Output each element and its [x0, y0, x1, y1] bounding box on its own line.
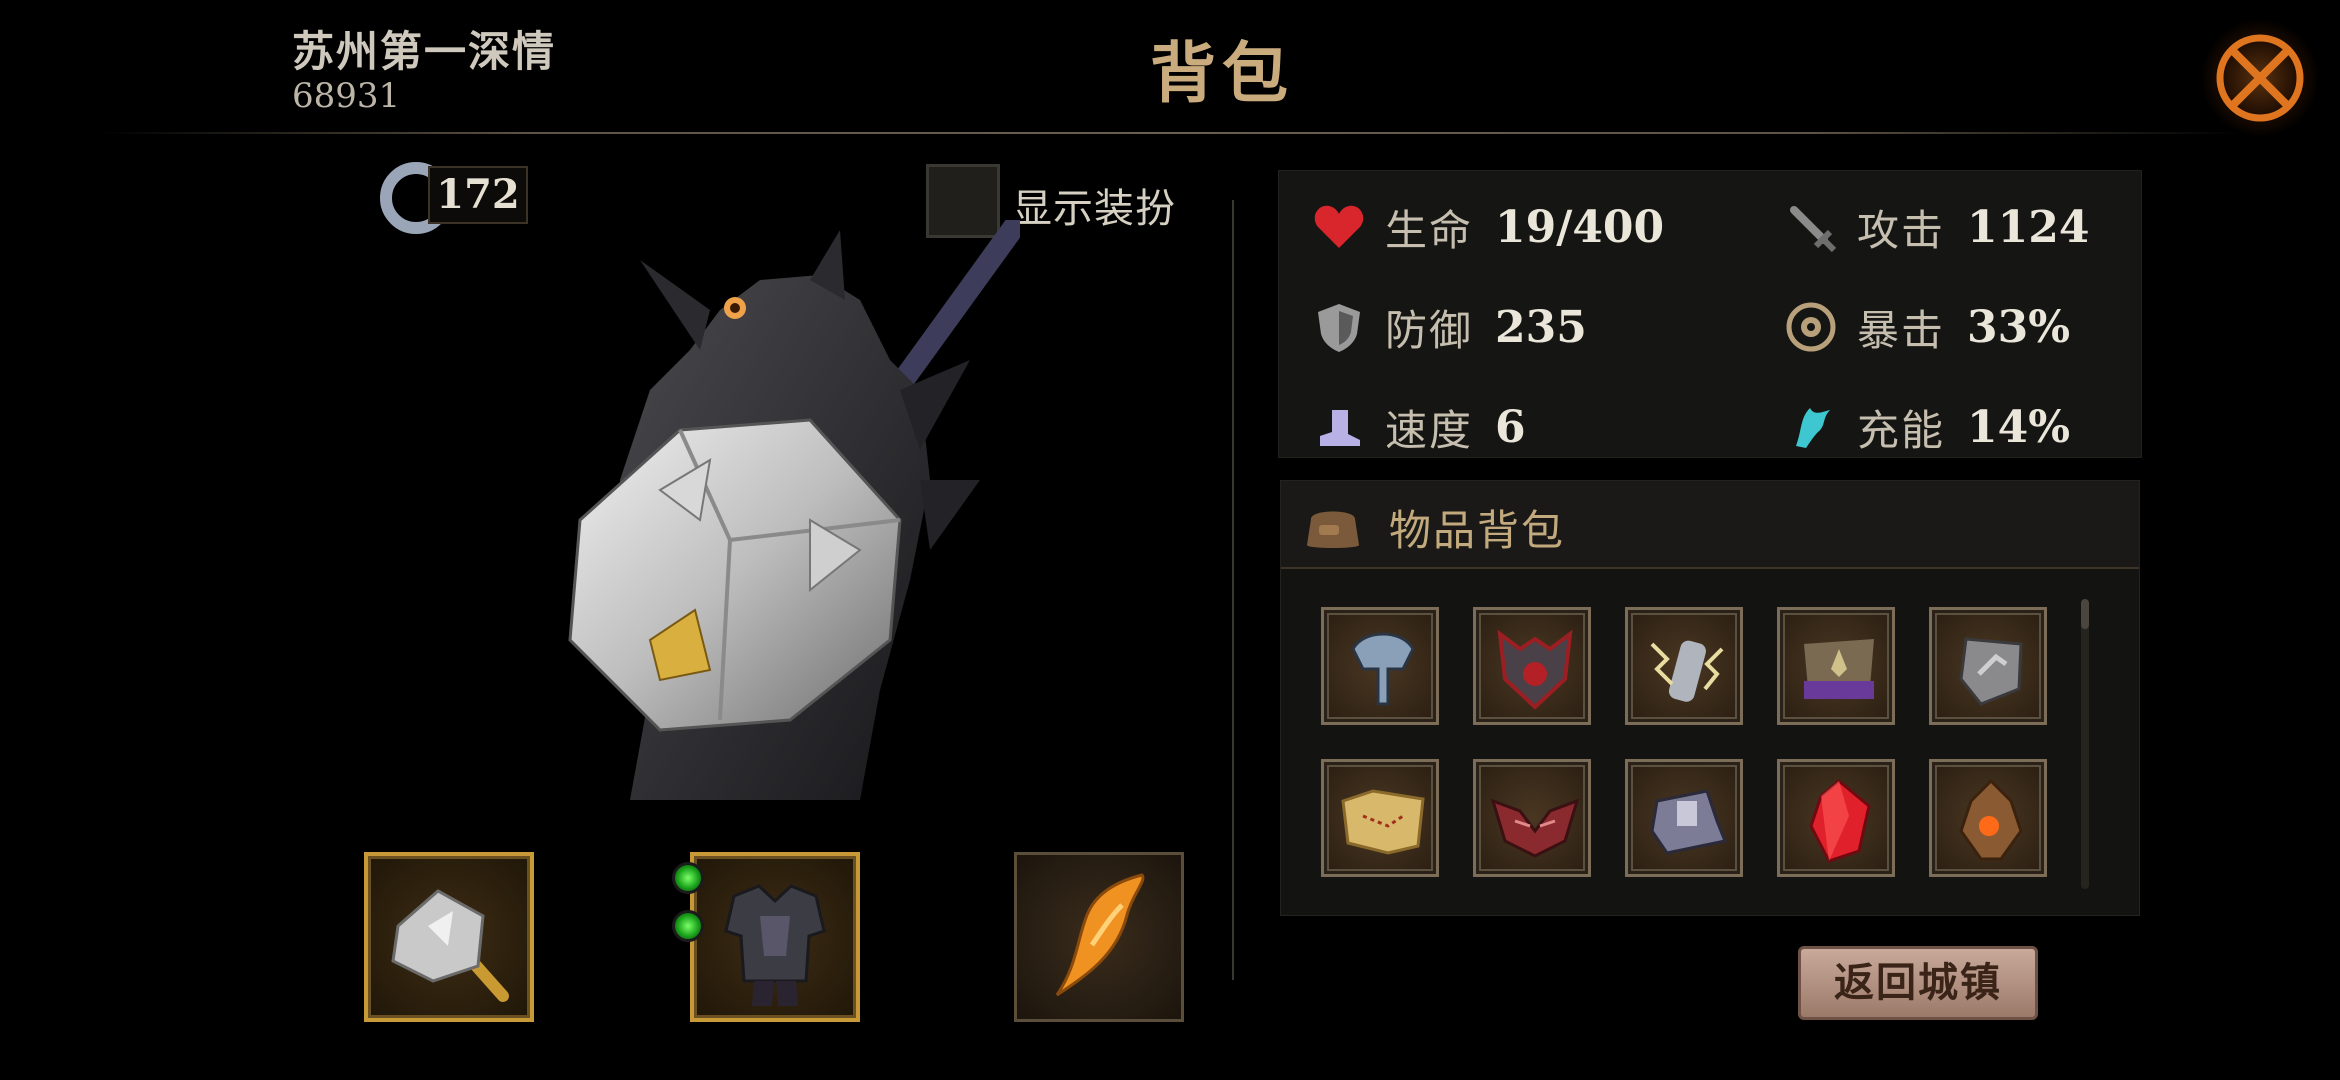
purple-bracer-icon — [1804, 639, 1874, 699]
shield-icon — [1318, 304, 1360, 352]
steel-helmet-icon — [1351, 632, 1415, 706]
inventory-item[interactable] — [1473, 607, 1591, 725]
close-crossed-swords-icon — [2216, 34, 2304, 122]
winged-mask-icon — [1490, 798, 1580, 858]
iron-boots-icon — [1650, 789, 1728, 855]
inventory-item[interactable] — [1321, 759, 1439, 877]
player-name: 苏州第一深情 — [292, 27, 557, 76]
spiked-mace-icon — [391, 889, 509, 1002]
equip-slot-armor[interactable] — [672, 852, 860, 1022]
fire-core-icon — [1959, 778, 2023, 861]
sword-icon — [1790, 206, 1837, 253]
inventory-item[interactable] — [1625, 607, 1743, 725]
inventory-scrollbar[interactable] — [2081, 599, 2089, 889]
stat-crit-value: 33% — [1967, 301, 2071, 353]
player-id: 68931 — [292, 76, 401, 116]
stat-attack-value: 1124 — [1967, 201, 2090, 253]
stat-charge-value: 14% — [1967, 401, 2071, 453]
steel-shield-icon — [1959, 637, 2023, 706]
inventory-item[interactable] — [1625, 759, 1743, 877]
stat-attack-label: 攻击 — [1857, 205, 1946, 255]
inventory-header: 物品背包 — [1281, 481, 2139, 569]
inventory-item[interactable] — [1929, 607, 2047, 725]
stat-speed: 速度 6 — [1311, 397, 1526, 457]
dark-armor-icon — [724, 884, 826, 1006]
return-to-town-button[interactable]: 返回城镇 — [1798, 946, 2038, 1020]
page-title: 背包 — [1150, 34, 1294, 112]
inventory-item[interactable] — [1321, 607, 1439, 725]
inventory-panel: 物品背包 — [1280, 480, 2140, 916]
inventory-scrollbar-thumb[interactable] — [2081, 599, 2089, 629]
charge-claw-icon — [1796, 408, 1830, 448]
inventory-item[interactable] — [1777, 607, 1895, 725]
stat-defense: 防御 235 — [1311, 297, 1587, 357]
socket-gem — [672, 862, 704, 894]
close-button[interactable] — [2200, 18, 2320, 138]
stat-hp-value: 19/400 — [1495, 201, 1665, 253]
stat-hp-label: 生命 — [1385, 205, 1474, 255]
inventory-item[interactable] — [1473, 759, 1591, 877]
boot-icon — [1320, 410, 1360, 446]
bag-icon — [1307, 511, 1359, 548]
flame-horn-icon — [1055, 873, 1145, 997]
gem-counter: 172 — [380, 160, 530, 234]
treasure-map-icon — [1341, 789, 1425, 855]
stat-crit-label: 暴击 — [1857, 305, 1946, 355]
equip-slot-weapon[interactable] — [364, 852, 534, 1022]
red-crystal-icon — [1809, 779, 1871, 863]
stat-defense-value: 235 — [1495, 301, 1587, 353]
stat-attack: 攻击 1124 — [1783, 197, 2089, 257]
socket-gem — [672, 910, 704, 942]
show-costume-label: 显示装扮 — [1012, 186, 1176, 232]
crit-target-icon — [1786, 302, 1836, 352]
heart-icon — [1314, 205, 1364, 248]
inventory-item[interactable] — [1929, 759, 2047, 877]
stat-crit: 暴击 33% — [1783, 297, 2070, 357]
stats-panel: 生命 19/400 攻击 1124 防御 235 暴击 33% 速度 6 充能 … — [1278, 170, 2142, 458]
equip-slot-accessory[interactable] — [1014, 852, 1184, 1022]
stat-charge-label: 充能 — [1857, 405, 1946, 455]
stat-defense-label: 防御 — [1385, 305, 1474, 355]
inventory-item[interactable] — [1777, 759, 1895, 877]
character-model — [568, 220, 1020, 800]
stat-speed-value: 6 — [1495, 401, 1526, 453]
header-divider — [100, 132, 2240, 134]
lightning-gauntlet-icon — [1650, 640, 1724, 702]
stat-hp: 生命 19/400 — [1311, 197, 1664, 257]
stat-charge: 充能 14% — [1783, 397, 2070, 457]
panel-divider — [1232, 200, 1234, 980]
gem-count: 172 — [428, 166, 528, 224]
inventory-title: 物品背包 — [1389, 506, 1566, 555]
demon-helmet-icon — [1497, 629, 1573, 710]
stat-speed-label: 速度 — [1385, 405, 1474, 455]
